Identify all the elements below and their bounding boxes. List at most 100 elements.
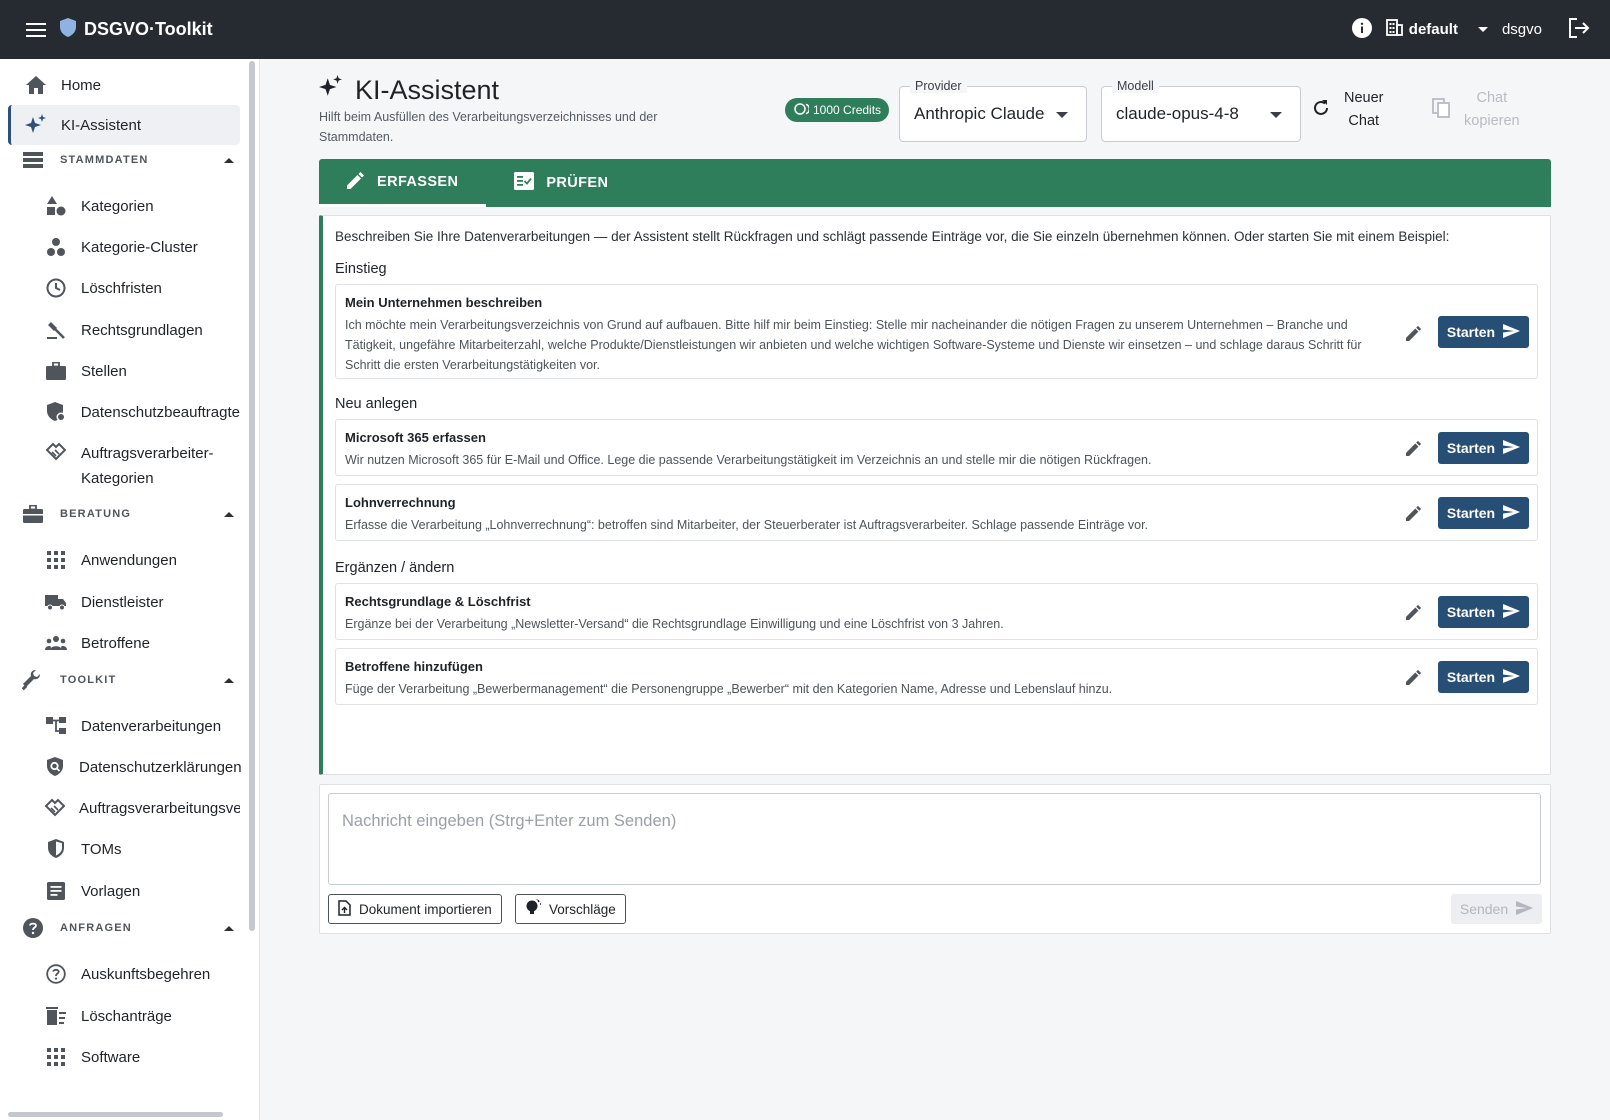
sidebar-item-ki-assistent[interactable]: KI-Assistent <box>8 105 240 145</box>
sidebar-item-auftragsverarbeitungsvertraege[interactable]: Auftragsverarbeitungsve <box>8 788 240 828</box>
credits-text: 1000 Credits <box>813 103 882 117</box>
sidebar-item-kategorien[interactable]: Kategorien <box>8 186 240 226</box>
policy-icon <box>45 756 65 778</box>
sidebar-item-label: Auskunftsbegehren <box>81 965 211 983</box>
info-button[interactable] <box>1351 17 1372 42</box>
sidebar-item-anwendungen[interactable]: Anwendungen <box>8 540 240 580</box>
sidebar-item-label: Dienstleister <box>81 593 164 611</box>
card-title: Microsoft 365 erfassen <box>345 430 486 445</box>
sidebar-item-datenschutzbeauftragte[interactable]: Datenschutzbeauftragte <box>8 392 240 432</box>
section-header-stammdaten[interactable]: STAMMDATEN <box>22 147 240 173</box>
copy-chat-button[interactable]: Chat kopieren <box>1432 87 1520 133</box>
user-menu[interactable]: dsgvo <box>1502 21 1542 38</box>
menu-icon[interactable] <box>20 14 52 46</box>
edit-icon[interactable] <box>1403 322 1425 344</box>
sidebar-item-rechtsgrundlagen[interactable]: Rechtsgrundlagen <box>8 310 240 350</box>
import-document-button[interactable]: Dokument importieren <box>328 894 502 924</box>
start-button[interactable]: Starten <box>1438 432 1529 464</box>
logout-button[interactable] <box>1568 17 1590 42</box>
sidebar-item-label: Auftragsverarbeiter- <box>81 445 214 462</box>
sidebar-item-software[interactable]: Software <box>8 1037 240 1077</box>
sidebar-item-vorlagen[interactable]: Vorlagen <box>8 871 240 911</box>
card-title: Lohnverrechnung <box>345 495 456 510</box>
sidebar-item-betroffene[interactable]: Betroffene <box>8 623 240 663</box>
sidebar-item-auftragsverarbeiter-kategorien[interactable]: Auftragsverarbeiter- Kategorien <box>8 433 240 493</box>
sparkle-icon <box>319 75 343 106</box>
section-title: TOOLKIT <box>60 674 117 686</box>
start-button[interactable]: Starten <box>1438 497 1529 529</box>
article-icon <box>45 880 67 902</box>
send-arrow-icon <box>1503 603 1521 621</box>
mode-tabs: ERFASSEN PRÜFEN <box>319 159 1551 207</box>
section-title: STAMMDATEN <box>60 154 149 166</box>
example-card: Mein Unternehmen beschreiben Ich möchte … <box>335 284 1538 379</box>
sidebar-item-kategorie-cluster[interactable]: Kategorie-Cluster <box>8 227 240 267</box>
sidebar-item-label: Kategorien <box>81 470 154 487</box>
model-select[interactable]: Modell claude-opus-4-8 <box>1101 79 1301 142</box>
app-logo[interactable]: DSGVO·Toolkit <box>60 17 213 42</box>
sidebar-item-label: Löschfristen <box>81 279 162 297</box>
send-button[interactable]: Senden <box>1451 894 1542 924</box>
credits-badge: 1000 Credits <box>785 98 890 122</box>
edit-icon[interactable] <box>1403 437 1425 459</box>
sidebar-item-datenverarbeitungen[interactable]: Datenverarbeitungen <box>8 706 240 746</box>
sidebar-item-label: Auftragsverarbeitungsve <box>79 799 240 817</box>
new-chat-button[interactable]: Neuer Chat <box>1312 87 1384 133</box>
page-subtitle: Hilft beim Ausfüllen des Verarbeitungsve… <box>319 110 658 144</box>
copy-chat-label: Chat <box>1476 90 1508 106</box>
send-arrow-icon <box>1516 900 1534 918</box>
help-outline-icon <box>45 963 67 985</box>
card-description: Ich möchte mein Verarbeitungsverzeichnis… <box>345 318 1362 372</box>
card-description: Ergänze bei der Verarbeitung „Newsletter… <box>345 617 1004 631</box>
section-header-beratung[interactable]: BERATUNG <box>22 501 240 527</box>
apps-grid-icon <box>45 549 67 571</box>
lightbulb-icon <box>525 899 541 919</box>
tenant-selector[interactable]: default <box>1385 19 1488 40</box>
example-card: Rechtsgrundlage & Löschfrist Ergänze bei… <box>335 583 1538 640</box>
sidebar-item-dienstleister[interactable]: Dienstleister <box>8 582 240 622</box>
sidebar-item-loeschantraege[interactable]: Löschanträge <box>8 996 240 1036</box>
sidebar-item-auskunftsbegehren[interactable]: Auskunftsbegehren <box>8 954 240 994</box>
sidebar-horizontal-scrollbar[interactable] <box>8 1112 223 1117</box>
start-label: Starten <box>1446 440 1496 456</box>
edit-icon[interactable] <box>1403 666 1425 688</box>
caret-up-icon <box>224 511 234 517</box>
model-value: claude-opus-4-8 <box>1116 104 1239 123</box>
shield-person-icon <box>45 401 67 423</box>
send-label: Senden <box>1459 901 1509 917</box>
edit-icon[interactable] <box>1403 502 1425 524</box>
sidebar-item-datenschutzerklaerungen[interactable]: Datenschutzerklärungen <box>8 747 242 787</box>
handshake-icon <box>45 441 67 463</box>
send-arrow-icon <box>1503 668 1521 686</box>
message-input[interactable] <box>328 793 1541 885</box>
help-circle-icon <box>22 917 44 939</box>
section-header-anfragen[interactable]: ANFRAGEN <box>22 915 240 941</box>
sidebar-item-loeschfristen[interactable]: Löschfristen <box>8 268 240 308</box>
refresh-icon <box>1312 99 1330 121</box>
start-label: Starten <box>1446 669 1496 685</box>
sidebar-item-label: Anwendungen <box>81 551 177 569</box>
start-button[interactable]: Starten <box>1438 316 1529 348</box>
file-upload-icon <box>338 899 351 919</box>
start-button[interactable]: Starten <box>1438 661 1529 693</box>
sidebar-item-label: KI-Assistent <box>61 116 142 134</box>
section-header-toolkit[interactable]: TOOLKIT <box>22 667 240 693</box>
sparkle-icon <box>25 114 47 136</box>
caret-up-icon <box>224 677 234 683</box>
tab-pruefen[interactable]: PRÜFEN <box>486 159 636 207</box>
provider-label: Provider <box>910 79 967 93</box>
sidebar-item-stellen[interactable]: Stellen <box>8 351 240 391</box>
sidebar-item-toms[interactable]: TOMs <box>8 829 240 869</box>
start-button[interactable]: Starten <box>1438 596 1529 628</box>
suggestions-button[interactable]: Vorschläge <box>515 894 626 924</box>
example-card: Betroffene hinzufügen Füge der Verarbeit… <box>335 648 1538 705</box>
provider-select[interactable]: Provider Anthropic Claude <box>899 79 1087 142</box>
tab-erfassen[interactable]: ERFASSEN <box>319 159 487 207</box>
group-icon <box>45 632 67 654</box>
sidebar-item-home[interactable]: Home <box>8 65 240 105</box>
edit-icon[interactable] <box>1403 601 1425 623</box>
gavel-icon <box>45 319 67 341</box>
pencil-icon <box>347 171 365 193</box>
sidebar-scrollbar[interactable] <box>249 61 255 931</box>
security-shield-icon <box>45 838 67 860</box>
